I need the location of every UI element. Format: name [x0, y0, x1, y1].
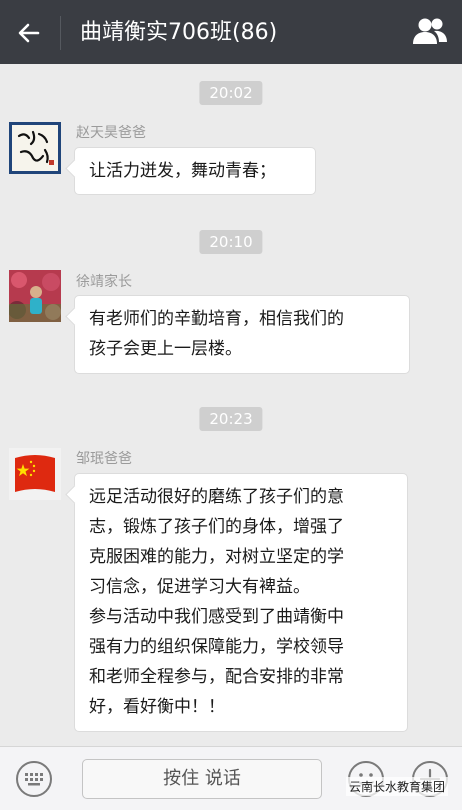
- message-text-line: 克服困难的能力，对树立坚定的学: [89, 547, 344, 567]
- message-bubble[interactable]: 有老师们的辛勤培育，相信我们的 孩子会更上一层楼。: [74, 295, 410, 374]
- chat-header: 曲靖衡实706班(86): [0, 0, 462, 64]
- message-text-line: 强有力的组织保障能力，学校领导: [89, 637, 344, 657]
- group-members-icon[interactable]: [412, 16, 448, 48]
- sender-name: 赵天昊爸爸: [76, 125, 146, 141]
- hold-to-talk-button[interactable]: 按住 说话: [82, 759, 322, 799]
- calligraphy-avatar-image: [9, 122, 61, 174]
- message-text: 让活力迸发，舞动青春；: [89, 161, 276, 181]
- flag-avatar-image: [9, 448, 61, 500]
- message-bubble[interactable]: 远足活动很好的磨练了孩子们的意 志，锻炼了孩子们的身体，增强了 克服困难的能力，…: [74, 473, 408, 732]
- message-text-line: 孩子会更上一层楼。: [89, 339, 242, 359]
- keyboard-icon: [25, 773, 43, 786]
- avatar[interactable]: [9, 122, 61, 174]
- message-text-line: 习信念，促进学习大有裨益。: [89, 577, 310, 597]
- back-arrow-icon[interactable]: [16, 20, 42, 46]
- photo-avatar-image: [9, 270, 61, 322]
- message-text-line: 志，锻炼了孩子们的身体，增强了: [89, 517, 344, 537]
- header-divider: [60, 16, 61, 50]
- timestamp: 20:10: [199, 230, 263, 254]
- timestamp: 20:23: [199, 407, 263, 431]
- sender-name: 邹珉爸爸: [76, 451, 132, 467]
- message-text-line: 有老师们的辛勤培育，相信我们的: [89, 309, 344, 329]
- message-text-line: 好，看好衡中！！: [89, 697, 225, 717]
- message-text-line: 远足活动很好的磨练了孩子们的意: [89, 487, 344, 507]
- chat-title: 曲靖衡实706班(86): [80, 20, 278, 45]
- sender-name: 徐靖家长: [76, 274, 132, 290]
- timestamp: 20:02: [199, 81, 263, 105]
- message-text-line: 参与活动中我们感受到了曲靖衡中: [89, 607, 344, 627]
- avatar[interactable]: [9, 270, 61, 322]
- message-text-line: 和老师全程参与，配合安排的非常: [89, 667, 344, 687]
- keyboard-toggle-button[interactable]: [16, 761, 52, 797]
- avatar[interactable]: [9, 448, 61, 500]
- watermark-text: 云南长水教育集团: [345, 777, 448, 796]
- message-bubble[interactable]: 让活力迸发，舞动青春；: [74, 147, 316, 195]
- chat-input-bar: 按住 说话 云南长水教育集团: [0, 746, 462, 810]
